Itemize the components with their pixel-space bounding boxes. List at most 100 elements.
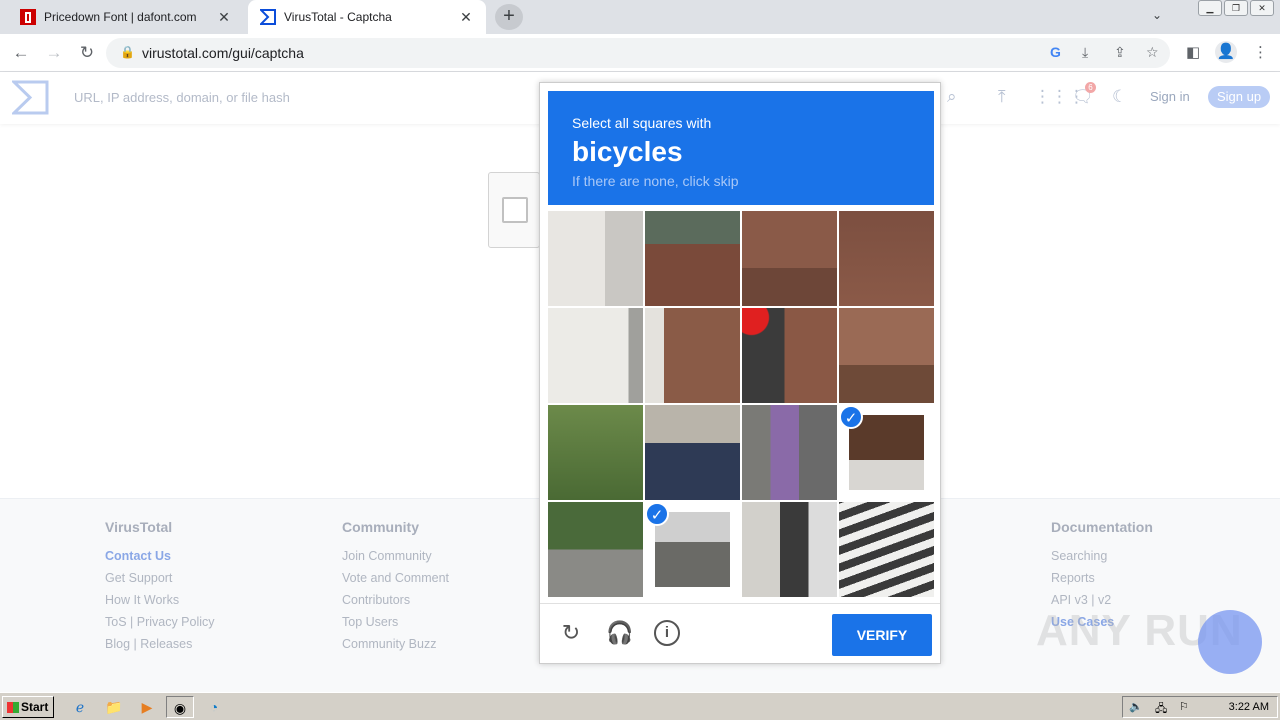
- footer-link[interactable]: Community Buzz: [342, 637, 449, 659]
- side-panel-icon[interactable]: ◧: [1186, 43, 1200, 61]
- window-controls: ▁ ❐ ✕: [1198, 0, 1274, 16]
- captcha-challenge: Select all squares with bicycles If ther…: [539, 82, 941, 664]
- network-icon[interactable]: 🖧: [1155, 700, 1167, 719]
- footer-link[interactable]: Get Support: [105, 571, 215, 593]
- windows-flag-icon: [7, 702, 19, 713]
- start-label: Start: [21, 700, 49, 714]
- system-tray: 🔈 🖧 ⚐ 3:22 AM: [1122, 696, 1278, 718]
- browser-toolbar: ← → ↻ 🔒 virustotal.com/gui/captcha G ⤓ ⇪…: [0, 34, 1280, 72]
- captcha-tile[interactable]: [548, 502, 643, 597]
- search-icon[interactable]: ⌕: [947, 87, 957, 107]
- dafont-favicon-icon: [20, 9, 36, 25]
- footer-link[interactable]: Join Community: [342, 549, 449, 571]
- captcha-tile[interactable]: [839, 308, 934, 403]
- recaptcha-anchor: [488, 172, 540, 248]
- captcha-tile[interactable]: [548, 405, 643, 500]
- footer-link[interactable]: How It Works: [105, 593, 215, 615]
- captcha-tile[interactable]: [742, 405, 837, 500]
- footer-link[interactable]: Top Users: [342, 615, 449, 637]
- captcha-footer: ↻ 🎧 i VERIFY: [540, 603, 940, 663]
- audio-challenge-headphones-icon[interactable]: 🎧: [606, 620, 633, 646]
- forward-arrow-icon[interactable]: →: [43, 42, 65, 64]
- info-icon[interactable]: i: [654, 620, 680, 646]
- search-input[interactable]: URL, IP address, domain, or file hash: [74, 90, 290, 105]
- install-app-icon[interactable]: ⤓: [1082, 44, 1088, 61]
- volume-icon[interactable]: 🔈: [1129, 700, 1143, 713]
- captcha-image-grid: ✓ ✓: [548, 211, 934, 597]
- captcha-tile[interactable]: [548, 308, 643, 403]
- anyrun-logo-icon: [1198, 610, 1262, 674]
- footer-column-community: Community Join Community Vote and Commen…: [342, 519, 449, 659]
- bookmark-star-icon[interactable]: ☆: [1146, 44, 1159, 61]
- footer-link[interactable]: Reports: [1051, 571, 1153, 593]
- tile-selected-check-icon: ✓: [839, 405, 863, 429]
- file-explorer-icon[interactable]: 📁: [100, 696, 128, 718]
- tile-selected-check-icon: ✓: [645, 502, 669, 526]
- tab-title: VirusTotal - Captcha: [284, 10, 392, 24]
- footer-heading: Documentation: [1051, 519, 1153, 535]
- minimize-icon[interactable]: ▁: [1198, 0, 1222, 16]
- start-button[interactable]: Start: [2, 696, 54, 718]
- edge-icon[interactable]: ◔: [200, 696, 228, 718]
- address-bar[interactable]: 🔒 virustotal.com/gui/captcha G ⤓ ⇪ ☆: [106, 38, 1170, 68]
- tab-strip: Pricedown Font | dafont.com ✕ VirusTotal…: [0, 0, 1280, 34]
- captcha-tile[interactable]: [742, 211, 837, 306]
- tab-dafont[interactable]: Pricedown Font | dafont.com ✕: [8, 0, 244, 34]
- url-text[interactable]: virustotal.com/gui/captcha: [142, 45, 304, 61]
- footer-heading: Community: [342, 519, 419, 535]
- captcha-tile[interactable]: [839, 211, 934, 306]
- footer-link[interactable]: Searching: [1051, 549, 1153, 571]
- captcha-tile[interactable]: [645, 405, 740, 500]
- upload-icon[interactable]: ⤒: [998, 87, 1006, 107]
- notification-badge: 6: [1085, 82, 1096, 93]
- captcha-tile[interactable]: [548, 211, 643, 306]
- chrome-menu-icon[interactable]: ⋮: [1253, 43, 1268, 61]
- footer-column-virustotal: VirusTotal Contact Us Get Support How It…: [105, 519, 215, 659]
- back-arrow-icon[interactable]: ←: [10, 42, 32, 64]
- clock[interactable]: 3:22 AM: [1229, 701, 1269, 713]
- dark-mode-moon-icon[interactable]: ☾: [1112, 87, 1127, 107]
- share-icon[interactable]: ⇪: [1114, 44, 1126, 61]
- virustotal-favicon-icon: [260, 9, 276, 25]
- close-window-icon[interactable]: ✕: [1250, 0, 1274, 16]
- captcha-tile[interactable]: ✓: [839, 405, 934, 500]
- tab-virustotal[interactable]: VirusTotal - Captcha ✕: [248, 0, 486, 34]
- tab-close-icon[interactable]: ✕: [458, 9, 474, 26]
- windows-taskbar: Start ℯ 📁 ▶ ◉ ◔ 🔈 🖧 ⚐ 3:22 AM: [0, 692, 1280, 720]
- new-tab-button[interactable]: +: [495, 4, 523, 30]
- sign-in-link[interactable]: Sign in: [1150, 89, 1190, 104]
- tab-title: Pricedown Font | dafont.com: [44, 10, 197, 24]
- captcha-tile[interactable]: [645, 211, 740, 306]
- captcha-tile[interactable]: [742, 502, 837, 597]
- sign-up-button[interactable]: Sign up: [1208, 86, 1270, 108]
- internet-explorer-icon[interactable]: ℯ: [66, 696, 94, 718]
- captcha-tile[interactable]: [742, 308, 837, 403]
- footer-link[interactable]: Contributors: [342, 593, 449, 615]
- restore-icon[interactable]: ❐: [1224, 0, 1248, 16]
- media-player-icon[interactable]: ▶: [133, 696, 161, 718]
- footer-link[interactable]: ToS | Privacy Policy: [105, 615, 215, 637]
- google-translate-icon[interactable]: G: [1050, 44, 1061, 60]
- footer-link[interactable]: Contact Us: [105, 549, 215, 571]
- reload-challenge-icon[interactable]: ↻: [558, 620, 584, 646]
- tab-search-chevron-icon[interactable]: ⌄: [1152, 8, 1162, 22]
- reload-icon[interactable]: ↻: [76, 42, 98, 64]
- chrome-taskbar-icon[interactable]: ◉: [166, 696, 194, 718]
- verify-button[interactable]: VERIFY: [832, 614, 932, 656]
- profile-avatar-icon[interactable]: 👤: [1215, 41, 1237, 63]
- captcha-instruction-line: Select all squares with: [572, 115, 712, 131]
- footer-link[interactable]: Blog | Releases: [105, 637, 215, 659]
- captcha-tile[interactable]: ✓: [645, 502, 740, 597]
- captcha-tile[interactable]: [645, 308, 740, 403]
- virustotal-logo-icon[interactable]: [12, 80, 49, 115]
- captcha-skip-hint: If there are none, click skip: [572, 173, 739, 189]
- tab-close-icon[interactable]: ✕: [216, 9, 232, 26]
- captcha-instructions: Select all squares with bicycles If ther…: [548, 91, 934, 205]
- action-center-flag-icon[interactable]: ⚐: [1179, 700, 1189, 713]
- footer-link[interactable]: Vote and Comment: [342, 571, 449, 593]
- captcha-target-object: bicycles: [572, 136, 683, 167]
- captcha-tile-image: [655, 512, 730, 587]
- lock-icon: 🔒: [120, 45, 135, 59]
- captcha-tile[interactable]: [839, 502, 934, 597]
- recaptcha-checkbox[interactable]: [502, 197, 528, 223]
